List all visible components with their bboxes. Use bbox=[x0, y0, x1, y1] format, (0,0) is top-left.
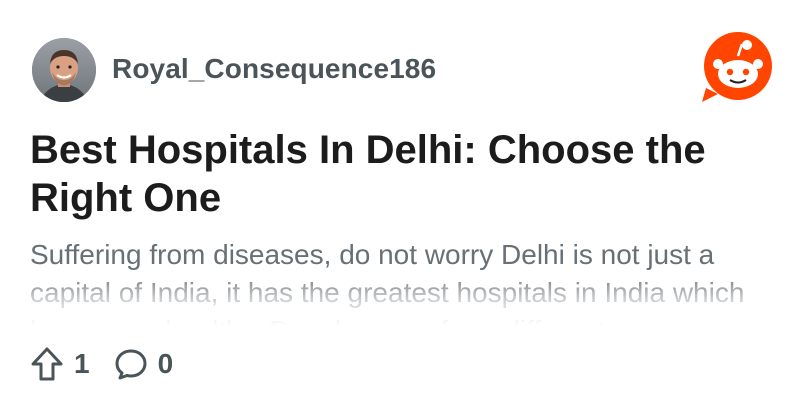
avatar[interactable] bbox=[32, 38, 96, 102]
upvote-count: 1 bbox=[74, 348, 90, 379]
post-title[interactable]: Best Hospitals In Delhi: Choose the Righ… bbox=[30, 126, 770, 222]
reddit-logo-icon bbox=[698, 30, 774, 106]
avatar-image bbox=[32, 38, 96, 102]
upvote-icon bbox=[31, 347, 63, 381]
comment-icon bbox=[115, 349, 147, 380]
comment-count: 0 bbox=[157, 348, 174, 379]
author-username[interactable]: Royal_Consequence186 bbox=[112, 53, 436, 85]
post-body-text: Suffering from diseases, do not worry De… bbox=[30, 239, 745, 326]
post-footer: 1 0 bbox=[30, 346, 197, 382]
upvote-button[interactable]: 1 bbox=[30, 346, 90, 382]
comments-button[interactable]: 0 bbox=[114, 347, 174, 381]
post-body-preview: Suffering from diseases, do not worry De… bbox=[30, 236, 780, 326]
